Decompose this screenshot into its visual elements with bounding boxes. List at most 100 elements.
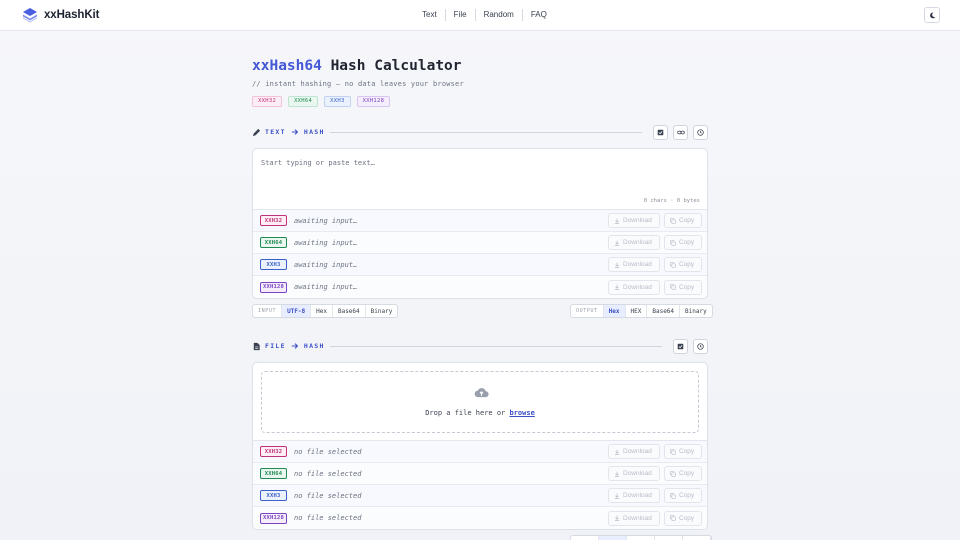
hash-value: no file selected: [294, 447, 362, 456]
text-input-area[interactable]: Start typing or paste text… 0 chars · 0 …: [253, 149, 707, 210]
copy-label: Copy: [679, 448, 695, 455]
file-hash-card: Drop a file here or browse XXH32 no file…: [252, 362, 708, 530]
file-hash-row-xxh64: XXH64 no file selected Download Copy: [253, 463, 707, 485]
download-button[interactable]: Download: [608, 279, 660, 295]
link-icon: [676, 130, 685, 134]
toggle-stub[interactable]: [599, 536, 627, 540]
file-dropzone-wrap: Drop a file here or browse: [253, 363, 707, 441]
copy-label: Copy: [679, 492, 695, 499]
nav-link-random[interactable]: Random: [476, 9, 522, 21]
download-label: Download: [623, 261, 652, 268]
download-icon: [614, 240, 620, 246]
download-button[interactable]: Download: [608, 235, 660, 250]
hash-value: no file selected: [294, 514, 362, 522]
download-button[interactable]: Download: [608, 444, 660, 459]
input-encoding-utf8[interactable]: UTF-8: [282, 305, 312, 317]
copy-icon: [670, 448, 676, 455]
algo-tag-xxh64: XXH64: [260, 468, 287, 479]
input-encoding-base64[interactable]: Base64: [333, 305, 366, 317]
drop-text: Drop a file here or: [425, 409, 510, 417]
file-hash-row-xxh3: XXH3 no file selected Download Copy: [253, 485, 707, 507]
copy-button[interactable]: Copy: [664, 279, 702, 295]
output-encoding-base64[interactable]: Base64: [647, 305, 681, 317]
download-icon: [614, 449, 620, 455]
copy-icon: [670, 284, 676, 290]
nav-link-file[interactable]: File: [446, 9, 475, 21]
copy-icon: [670, 470, 676, 477]
toggle-stub[interactable]: [683, 536, 711, 540]
copy-button[interactable]: Copy: [664, 444, 702, 459]
moon-icon: [929, 12, 935, 18]
badge-xxh3: XXH3: [324, 96, 351, 107]
output-encoding-binary[interactable]: Binary: [680, 305, 712, 317]
char-byte-counter: 0 chars · 0 bytes: [643, 198, 700, 204]
download-icon: [614, 493, 620, 499]
page-title-accent: xxHash64: [252, 58, 322, 74]
theme-toggle-button[interactable]: [924, 7, 940, 23]
download-icon: [614, 515, 620, 521]
input-encoding-hex[interactable]: Hex: [311, 305, 333, 317]
toggle-stub[interactable]: [571, 536, 599, 540]
clock-icon: [697, 128, 704, 136]
navbar: xxHashKit Text File Random FAQ: [0, 0, 960, 31]
copy-button[interactable]: Copy: [664, 235, 702, 250]
input-encoding-binary[interactable]: Binary: [366, 305, 398, 317]
page-title-rest: Hash Calculator: [321, 58, 462, 74]
copy-button[interactable]: Copy: [664, 466, 702, 481]
badge-xxh128: XXH128: [356, 96, 391, 107]
download-icon: [614, 471, 620, 477]
download-button[interactable]: Download: [608, 510, 660, 526]
check-square-icon: [677, 343, 684, 349]
output-encoding-label: OUTPUT: [571, 305, 604, 317]
text-check-button[interactable]: [653, 124, 668, 140]
badge-xxh64: XXH64: [288, 96, 319, 107]
hash-value: awaiting input…: [294, 283, 358, 291]
download-label: Download: [623, 283, 652, 291]
copy-button[interactable]: Copy: [664, 488, 702, 503]
file-history-button[interactable]: [693, 338, 708, 354]
download-button[interactable]: Download: [608, 466, 660, 481]
algo-tag-xxh128: XXH128: [260, 512, 287, 524]
page-title: xxHash64 Hash Calculator: [252, 58, 462, 74]
file-check-button[interactable]: [673, 338, 688, 354]
algo-tag-xxh3: XXH3: [260, 259, 287, 270]
copy-icon: [670, 515, 676, 521]
copy-button[interactable]: Copy: [664, 257, 702, 272]
file-dropzone[interactable]: Drop a file here or browse: [261, 371, 699, 433]
download-label: Download: [623, 492, 652, 499]
download-label: Download: [623, 217, 652, 224]
download-button[interactable]: Download: [608, 257, 660, 272]
text-input-placeholder[interactable]: Start typing or paste text…: [261, 159, 375, 167]
browse-link[interactable]: browse: [510, 409, 535, 417]
section-rule: [329, 345, 662, 347]
arrow-right-icon: [291, 129, 299, 135]
output-encoding-hex-upper[interactable]: HEX: [626, 305, 648, 317]
algo-tag-xxh32: XXH32: [260, 215, 287, 226]
file-hash-row-xxh128: XXH128 no file selected Download Copy: [253, 507, 707, 529]
file-encoding-group-cutoff: [570, 535, 712, 540]
download-label: Download: [623, 514, 652, 522]
download-button[interactable]: Download: [608, 488, 660, 503]
hash-value: awaiting input…: [294, 238, 358, 247]
download-button[interactable]: Download: [608, 213, 660, 228]
output-encoding-hex-lower[interactable]: Hex: [603, 305, 626, 317]
toggle-stub[interactable]: [627, 536, 655, 540]
copy-button[interactable]: Copy: [664, 510, 702, 526]
copy-button[interactable]: Copy: [664, 213, 702, 228]
drop-instructions: Drop a file here or browse: [262, 409, 698, 417]
download-label: Download: [623, 239, 652, 246]
download-icon: [614, 284, 620, 290]
text-history-button[interactable]: [693, 124, 708, 140]
text-section-header: TEXT HASH: [252, 124, 708, 140]
nav-link-faq[interactable]: FAQ: [523, 9, 555, 21]
file-section-header: FILE HASH: [252, 338, 708, 354]
pen-icon: [252, 128, 261, 136]
copy-label: Copy: [679, 217, 695, 224]
copy-icon: [670, 217, 676, 224]
toggle-stub[interactable]: [655, 536, 683, 540]
text-compare-button[interactable]: [673, 124, 688, 140]
clock-icon: [697, 342, 704, 350]
brand[interactable]: xxHashKit: [22, 7, 99, 23]
nav-link-text[interactable]: Text: [414, 9, 445, 21]
download-icon: [614, 262, 620, 268]
